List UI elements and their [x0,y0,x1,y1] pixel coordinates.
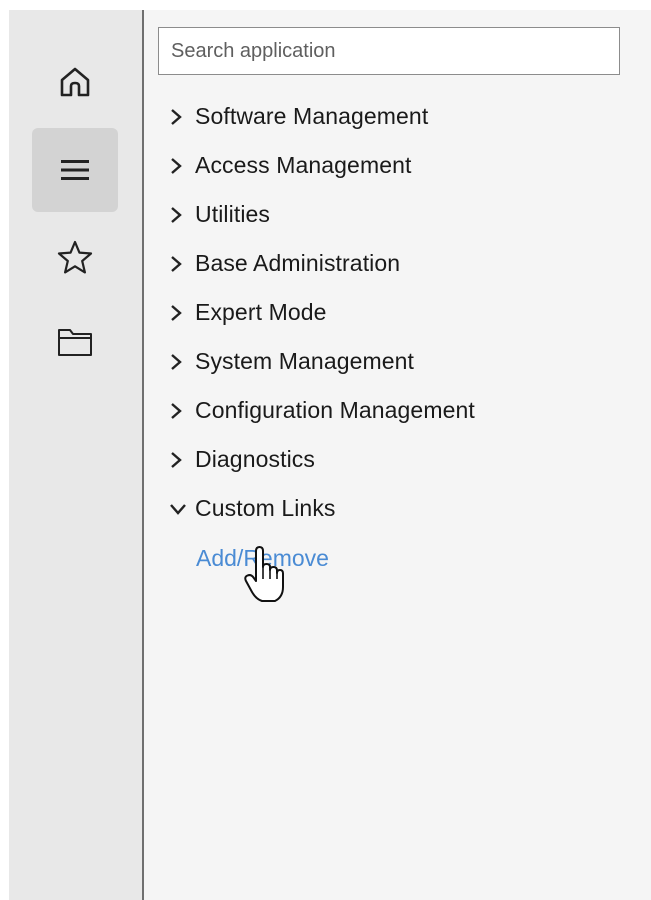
search-input[interactable] [158,27,620,75]
chevron-right-icon [169,156,191,176]
tree-item-label: Utilities [195,201,271,227]
tree-item-system-management[interactable]: System Management [169,337,475,386]
menu-button[interactable] [32,128,118,212]
chevron-right-icon [169,205,191,225]
app-frame: Software Management Access Management Ut… [9,10,651,900]
navigation-panel: Software Management Access Management Ut… [144,10,651,900]
tree-item-base-administration[interactable]: Base Administration [169,239,475,288]
menu-icon [61,160,89,180]
chevron-right-icon [169,401,191,421]
star-icon [57,240,93,274]
tree-item-label: Custom Links [195,495,336,521]
chevron-right-icon [169,352,191,372]
chevron-right-icon [169,107,191,127]
tree-item-custom-links[interactable]: Custom Links [169,484,475,533]
tree-item-diagnostics[interactable]: Diagnostics [169,435,475,484]
tree-item-label: Access Management [195,152,412,178]
home-button[interactable] [32,40,118,124]
tree-item-label: Diagnostics [195,446,315,472]
tree-item-label: Expert Mode [195,299,327,325]
side-rail [9,10,144,900]
tree-item-expert-mode[interactable]: Expert Mode [169,288,475,337]
tree-item-label: Configuration Management [195,397,475,423]
chevron-right-icon [169,254,191,274]
chevron-right-icon [169,303,191,323]
favorites-button[interactable] [32,216,118,300]
chevron-down-icon [169,499,191,519]
tree-item-software-management[interactable]: Software Management [169,92,475,141]
folder-button[interactable] [32,300,118,384]
tree-item-access-management[interactable]: Access Management [169,141,475,190]
chevron-right-icon [169,450,191,470]
hand-pointer-icon [244,546,284,602]
tree-item-label: System Management [195,348,415,374]
home-icon [60,67,90,97]
tree-item-label: Base Administration [195,250,401,276]
tree-item-label: Software Management [195,103,429,129]
folder-icon [58,329,92,356]
tree-item-utilities[interactable]: Utilities [169,190,475,239]
navigation-tree: Software Management Access Management Ut… [169,92,475,533]
tree-item-configuration-management[interactable]: Configuration Management [169,386,475,435]
